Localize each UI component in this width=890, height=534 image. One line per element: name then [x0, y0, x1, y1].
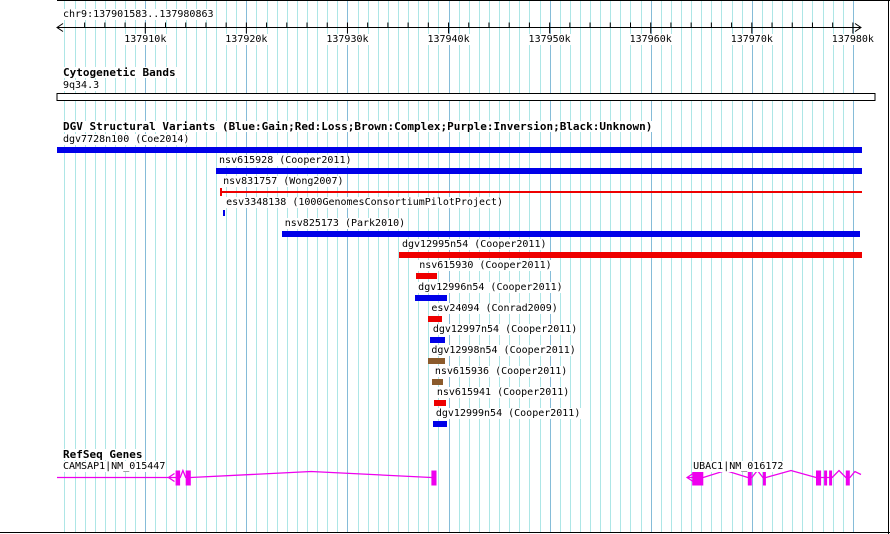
axis-tick-label: 137950k: [527, 34, 572, 45]
variant-label[interactable]: dgv12995n54 (Cooper2011): [401, 239, 548, 250]
gene-exon: [845, 470, 850, 486]
region-coordinates: chr9:137901583..137980863: [62, 9, 215, 20]
section-title-refseq: RefSeq Genes: [62, 448, 144, 461]
variant-label[interactable]: nsv615941 (Cooper2011): [435, 387, 571, 398]
axis-tick-label: 137980k: [830, 34, 875, 45]
variant-bar[interactable]: [431, 379, 443, 385]
axis-tick-label: 137930k: [325, 34, 370, 45]
gene-label[interactable]: UBAC1|NM_016172: [692, 461, 785, 472]
gene-exon: [762, 470, 766, 486]
gene-exon: [692, 470, 704, 486]
axis-tick-label: 137970k: [729, 34, 774, 45]
variant-bar[interactable]: [432, 421, 447, 427]
cytoband-label: 9q34.3: [62, 80, 101, 91]
gene-exon: [185, 470, 191, 486]
axis-tick-label: 137920k: [224, 34, 269, 45]
variant-tick[interactable]: [223, 210, 226, 216]
gene-exon: [816, 470, 822, 486]
variant-label[interactable]: nsv825173 (Park2010): [283, 218, 407, 229]
variant-label[interactable]: nsv615930 (Cooper2011): [418, 260, 553, 271]
variant-bar[interactable]: [415, 295, 447, 301]
variant-label[interactable]: nsv615936 (Cooper2011): [433, 366, 569, 377]
gene-exon: [747, 470, 752, 486]
variant-label[interactable]: esv24094 (Conrad2009): [430, 303, 559, 314]
gene-exon: [829, 470, 833, 486]
variant-bar[interactable]: [281, 231, 860, 237]
variant-label[interactable]: esv3348138 (1000GenomesConsortiumPilotPr…: [225, 197, 505, 208]
gene-exon: [431, 470, 437, 486]
gene-exon: [175, 470, 181, 486]
section-title-cytobands: Cytogenetic Bands: [62, 66, 177, 79]
cytoband-bar: [56, 93, 876, 101]
genome-browser-panel: chr9:137901583..137980863 Cytogenetic Ba…: [0, 0, 890, 534]
variant-bar[interactable]: [429, 337, 445, 343]
variant-bar[interactable]: [57, 147, 862, 153]
variant-label[interactable]: dgv12999n54 (Cooper2011): [434, 408, 582, 419]
gene-label[interactable]: CAMSAP1|NM_015447: [62, 461, 167, 472]
axis-tick-label: 137960k: [628, 34, 673, 45]
variant-bar[interactable]: [433, 400, 446, 406]
variant-bar[interactable]: [428, 358, 445, 364]
gene-exon: [824, 470, 828, 486]
variant-bar[interactable]: [399, 252, 862, 258]
axis-tick-label: 137940k: [426, 34, 471, 45]
variant-label[interactable]: dgv7728n100 (Coe2014): [62, 134, 191, 145]
section-title-dgv: DGV Structural Variants (Blue:Gain;Red:L…: [62, 120, 654, 133]
variant-label[interactable]: dgv12998n54 (Cooper2011): [430, 345, 577, 356]
variant-label[interactable]: nsv615928 (Cooper2011): [218, 155, 353, 166]
variant-line[interactable]: [220, 191, 862, 193]
variant-label[interactable]: dgv12997n54 (Cooper2011): [431, 324, 579, 335]
variant-bar[interactable]: [428, 316, 442, 322]
variant-label[interactable]: dgv12996n54 (Cooper2011): [417, 282, 564, 293]
axis-tick-label: 137910k: [123, 34, 168, 45]
variant-bar[interactable]: [416, 273, 438, 279]
variant-label[interactable]: nsv831757 (Wong2007): [222, 176, 345, 187]
variant-bar[interactable]: [216, 168, 862, 174]
